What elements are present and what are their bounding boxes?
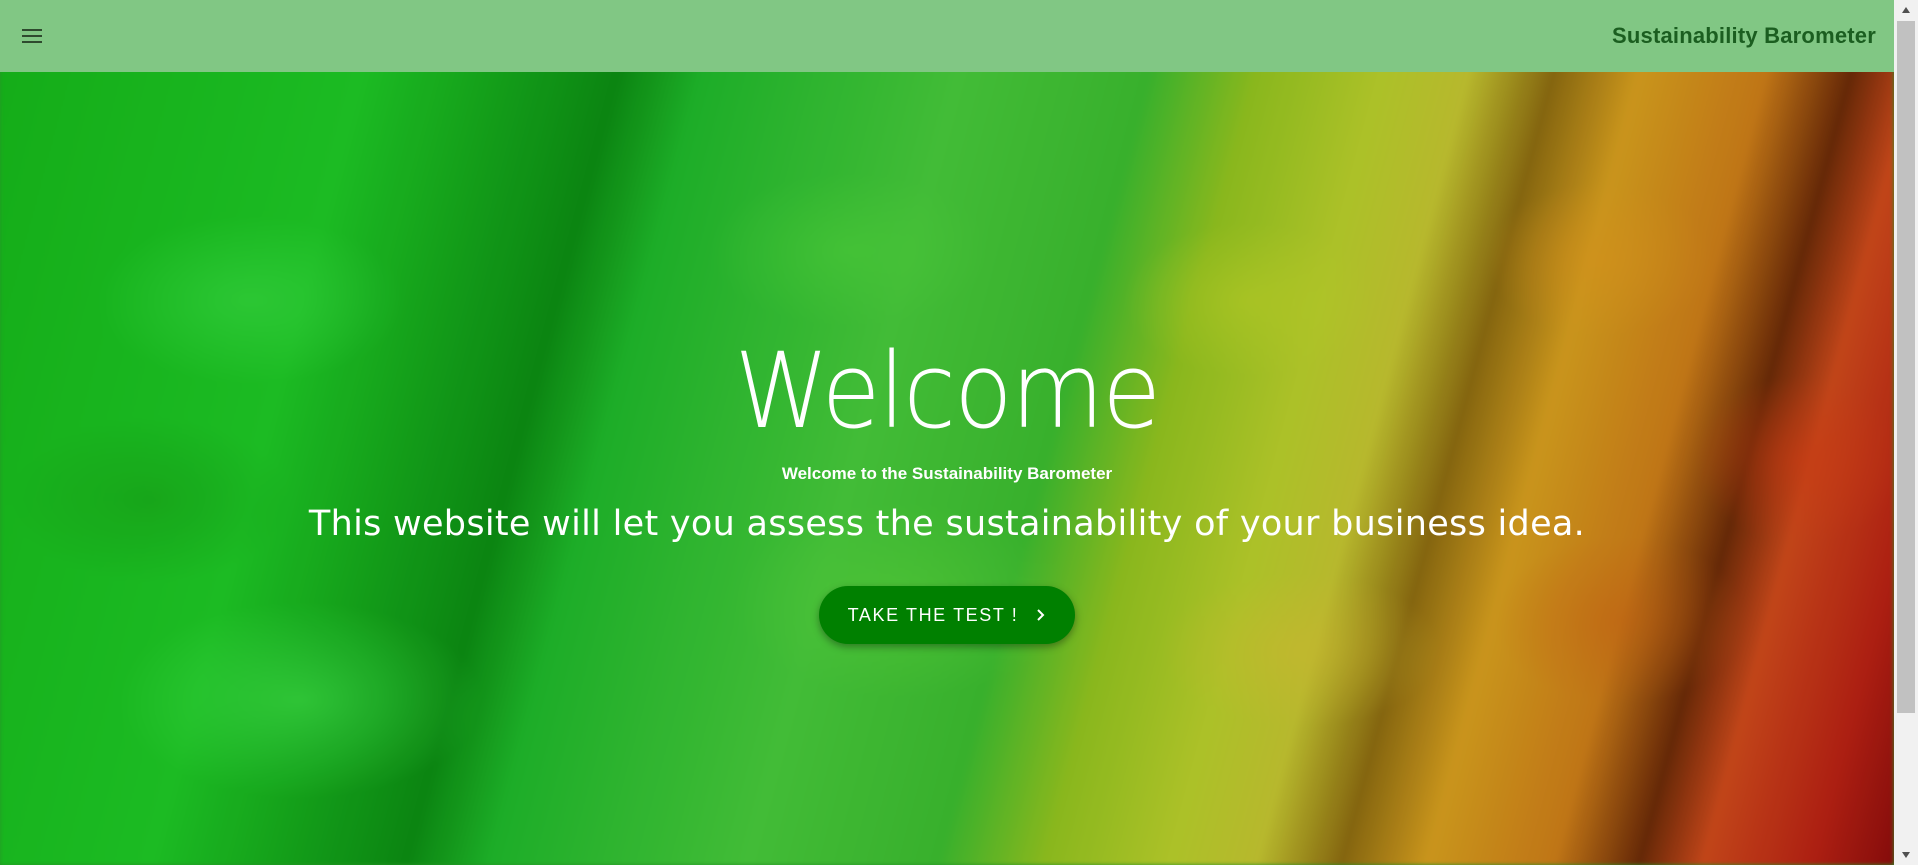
take-the-test-button[interactable]: TAKE THE TEST ! [818,586,1076,644]
top-app-bar: Sustainability Barometer [0,0,1894,72]
hamburger-menu-icon [21,28,43,44]
chevron-right-icon [1036,608,1046,622]
welcome-heading: Welcome [734,330,1162,452]
hero-subtitle: Welcome to the Sustainability Barometer [781,464,1113,483]
scroll-up-arrow-icon[interactable] [1894,0,1918,20]
hero-section: Welcome Welcome to the Sustainability Ba… [0,72,1894,865]
vertical-scrollbar[interactable] [1894,0,1918,865]
app-title[interactable]: Sustainability Barometer [1612,23,1876,49]
page: Sustainability Barometer Welcome Welcome… [0,0,1918,865]
scrollbar-thumb[interactable] [1897,21,1915,713]
scroll-down-arrow-icon[interactable] [1894,845,1918,865]
take-the-test-label: TAKE THE TEST ! [847,604,1019,625]
hero-tagline: This website will let you assess the sus… [308,504,1586,544]
menu-button[interactable] [14,18,50,54]
